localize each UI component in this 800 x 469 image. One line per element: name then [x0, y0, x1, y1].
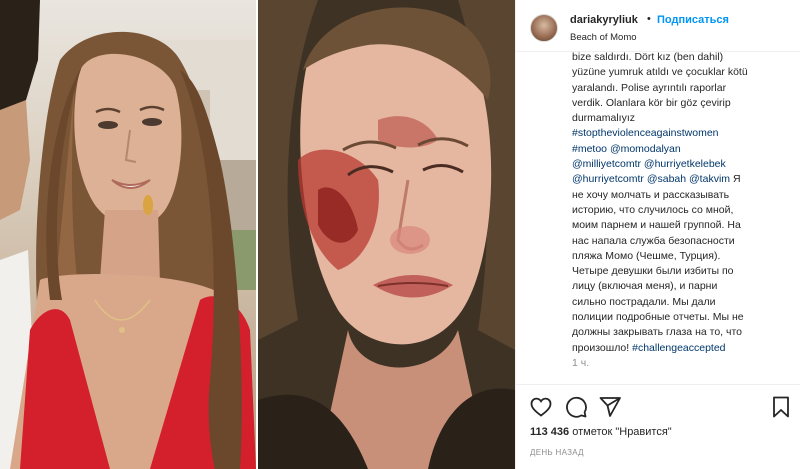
caption-text: yüzüne yumruk atıldı ve çocuklar kötü [572, 66, 748, 79]
caption-line: @milliyetcomtr @hurriyetkelebek [572, 157, 787, 172]
photo-before-illustration [0, 0, 256, 469]
caption-text: durmamalıyız [572, 112, 636, 125]
caption-hashtag-link[interactable]: #challengeaccepted [632, 342, 725, 354]
post-details-panel: dariakyryliuk • Подписаться Beach of Mom… [515, 0, 800, 469]
caption-text: моим парнем и нашей группой. На [572, 219, 741, 232]
caption-hashtag-link[interactable]: @hurriyetcomtr @sabah @takvim [572, 173, 730, 185]
caption-hashtag-link[interactable]: @milliyetcomtr @hurriyetkelebek [572, 158, 726, 170]
share-icon[interactable] [598, 395, 622, 419]
follow-button[interactable]: Подписаться [657, 14, 729, 26]
caption-hashtag-link[interactable]: #metoo @momodalyan [572, 143, 681, 155]
caption-line: #metoo @momodalyan [572, 142, 787, 157]
caption-text: Четыре девушки были избиты по [572, 265, 734, 278]
caption-line: произошло! #challengeaccepted [572, 341, 787, 356]
caption-line: 1 ч. [572, 356, 787, 371]
caption-line: @hurriyetcomtr @sabah @takvim Я [572, 172, 787, 187]
photo-after-illustration [258, 0, 515, 469]
separator-dot: • [647, 13, 651, 25]
caption-text: полиции подробные отчеты. Мы не [572, 311, 744, 324]
caption-line: Четыре девушки были избиты по [572, 264, 787, 279]
caption-line: историю, что случилось со мной, [572, 203, 787, 218]
caption-line: пляжа Момо (Чешме, Турция). [572, 249, 787, 264]
caption-line: сильно пострадали. Мы дали [572, 295, 787, 310]
heart-icon[interactable] [529, 395, 553, 419]
caption-text: должны закрывать глаза на то, что [572, 326, 742, 339]
caption-text: bize saldırdı. Dört kız (ben dahil) [572, 51, 724, 63]
caption-line: verdik. Olanlara kör bir göz çevirip [572, 96, 787, 111]
location-link[interactable]: Beach of Momo [570, 32, 637, 43]
post-timestamp: ДЕНЬ НАЗАД [530, 448, 584, 457]
photo-before [0, 0, 256, 469]
caption-line: #stoptheviolenceagainstwomen [572, 126, 787, 141]
caption-line: должны закрывать глаза на то, что [572, 325, 787, 340]
caption-text: сильно пострадали. Мы дали [572, 295, 716, 308]
caption-line: полиции подробные отчеты. Мы не [572, 310, 787, 325]
caption-text: Я [730, 173, 741, 186]
action-bar [516, 384, 800, 428]
caption-faded-text: 1 ч. [572, 356, 590, 369]
caption-line: yüzüne yumruk atıldı ve çocuklar kötü [572, 65, 787, 80]
caption-hashtag-link[interactable]: #stoptheviolenceagainstwomen [572, 127, 719, 139]
avatar[interactable] [530, 14, 558, 42]
caption-line: не хочу молчать и рассказывать [572, 188, 787, 203]
caption-text: пляжа Момо (Чешме, Турция). [572, 249, 721, 262]
likes-label: отметок "Нравится" [569, 426, 672, 438]
caption-text: yaralandı. Polise ayrıntılı raporlar [572, 81, 727, 94]
caption-line: bize saldırdı. Dört kız (ben dahil) [572, 50, 787, 65]
post-header: dariakyryliuk • Подписаться Beach of Mom… [516, 0, 800, 52]
caption-line: моим парнем и нашей группой. На [572, 218, 787, 233]
caption-text: не хочу молчать и рассказывать [572, 188, 730, 201]
caption-text: произошло! [572, 341, 633, 354]
caption-text: нас напала служба безопасности [572, 234, 735, 247]
caption-line: лицу (включая меня), и парни [572, 279, 787, 294]
username-link[interactable]: dariakyryliuk [570, 14, 638, 26]
likes-count[interactable]: 113 436 отметок "Нравится" [530, 426, 672, 438]
photo-after [258, 0, 515, 469]
caption-text: лицу (включая меня), и парни [572, 280, 718, 293]
comment-icon[interactable] [564, 395, 588, 419]
post-image[interactable] [0, 0, 515, 469]
bookmark-icon[interactable] [769, 395, 793, 419]
caption-text: историю, что случилось со мной, [572, 203, 734, 216]
caption-line: yaralandı. Polise ayrıntılı raporlar [572, 81, 787, 96]
caption-line: нас напала служба безопасности [572, 234, 787, 249]
caption-text: verdik. Olanlara kör bir göz çevirip [572, 96, 731, 109]
post-caption: bize saldırdı. Dört kız (ben dahil) yüzün… [572, 50, 787, 380]
caption-line: durmamalıyız [572, 111, 787, 126]
likes-number: 113 436 [530, 426, 570, 438]
